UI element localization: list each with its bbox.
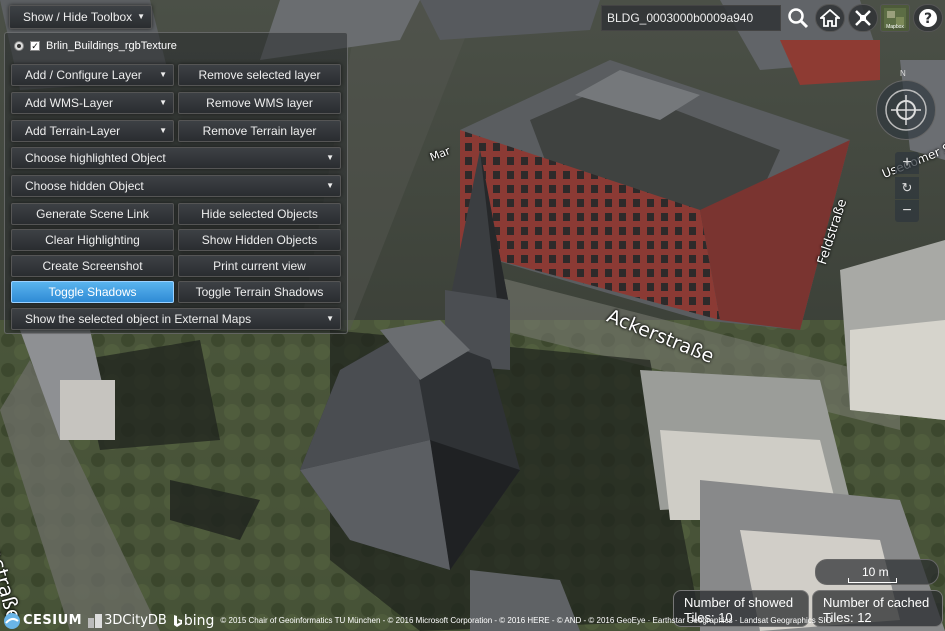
chevron-down-icon: ▼ xyxy=(326,181,334,190)
distance-legend-label: 10 m xyxy=(862,565,889,579)
chevron-down-icon: ▼ xyxy=(326,153,334,162)
choose-hidden-object-select[interactable]: Choose hidden Object ▼ xyxy=(11,175,341,197)
toggle-toolbox-button[interactable]: Show / Hide Toolbox ▼ xyxy=(9,5,152,29)
layer-visibility-checkbox[interactable]: ✓ xyxy=(30,41,40,51)
attribution-text: © 2015 Chair of Geoinformatics TU Münche… xyxy=(220,616,832,625)
base-layer-picker-icon[interactable]: Mapbox xyxy=(880,4,910,32)
chevron-down-icon: ▼ xyxy=(159,126,167,135)
cesium-logo-icon[interactable]: CESIUM xyxy=(3,612,82,630)
toggle-terrain-shadows-button[interactable]: Toggle Terrain Shadows xyxy=(178,281,341,303)
chevron-down-icon: ▼ xyxy=(326,314,334,323)
layer-name: Brlin_Buildings_rgbTexture xyxy=(46,40,177,52)
hide-selected-objects-label: Hide selected Objects xyxy=(201,207,318,221)
add-configure-layer-label: Add / Configure Layer xyxy=(25,68,142,82)
external-maps-select[interactable]: Show the selected object in External Map… xyxy=(11,308,341,330)
add-terrain-layer-label: Add Terrain-Layer xyxy=(25,124,121,138)
remove-wms-layer-label: Remove WMS layer xyxy=(206,96,313,110)
toggle-terrain-shadows-label: Toggle Terrain Shadows xyxy=(195,285,324,299)
geocoder-search-value: BLDG_0003000b0009a940 xyxy=(607,11,754,25)
scene-mode-icon[interactable] xyxy=(848,4,878,32)
search-icon[interactable] xyxy=(783,4,813,32)
zoom-in-icon: + xyxy=(902,154,912,171)
add-terrain-layer-dropdown[interactable]: Add Terrain-Layer ▼ xyxy=(11,120,174,142)
generate-scene-link-button[interactable]: Generate Scene Link xyxy=(11,203,174,225)
remove-terrain-layer-button[interactable]: Remove Terrain layer xyxy=(178,120,341,142)
zoom-in-button[interactable]: + xyxy=(895,152,919,174)
external-maps-label: Show the selected object in External Map… xyxy=(25,312,252,326)
reset-view-button[interactable]: ↻ xyxy=(895,177,919,199)
choose-hidden-object-label: Choose hidden Object xyxy=(25,179,144,193)
home-icon[interactable] xyxy=(815,4,845,32)
layer-radio[interactable] xyxy=(14,41,24,51)
bing-logo-text: bing xyxy=(183,612,215,629)
remove-wms-layer-button[interactable]: Remove WMS layer xyxy=(178,92,341,114)
create-screenshot-button[interactable]: Create Screenshot xyxy=(11,255,174,277)
remove-terrain-layer-label: Remove Terrain layer xyxy=(202,124,317,138)
add-wms-layer-label: Add WMS-Layer xyxy=(25,96,114,110)
3dcitydb-logo-text: 3DCityDB xyxy=(104,613,167,628)
help-icon[interactable]: ? xyxy=(913,4,943,32)
show-hidden-objects-label: Show Hidden Objects xyxy=(201,233,318,247)
choose-highlighted-object-label: Choose highlighted Object xyxy=(25,151,166,165)
remove-selected-layer-label: Remove selected layer xyxy=(198,68,321,82)
choose-highlighted-object-select[interactable]: Choose highlighted Object ▼ xyxy=(11,147,341,169)
layer-list-item[interactable]: ✓ Brlin_Buildings_rgbTexture xyxy=(14,39,177,53)
remove-selected-layer-button[interactable]: Remove selected layer xyxy=(178,64,341,86)
clear-highlighting-button[interactable]: Clear Highlighting xyxy=(11,229,174,251)
chevron-down-icon: ▼ xyxy=(159,98,167,107)
reset-icon: ↻ xyxy=(901,180,913,195)
svg-text:?: ? xyxy=(924,11,932,27)
toggle-shadows-button[interactable]: Toggle Shadows xyxy=(11,281,174,303)
chevron-down-icon: ▼ xyxy=(137,12,145,21)
zoom-out-button[interactable]: − xyxy=(895,200,919,222)
chevron-down-icon: ▼ xyxy=(159,70,167,79)
add-configure-layer-dropdown[interactable]: Add / Configure Layer ▼ xyxy=(11,64,174,86)
clear-highlighting-label: Clear Highlighting xyxy=(45,233,140,247)
compass-north-label: N xyxy=(900,69,906,78)
print-current-view-button[interactable]: Print current view xyxy=(178,255,341,277)
toggle-shadows-label: Toggle Shadows xyxy=(48,285,137,299)
show-hidden-objects-button[interactable]: Show Hidden Objects xyxy=(178,229,341,251)
add-wms-layer-dropdown[interactable]: Add WMS-Layer ▼ xyxy=(11,92,174,114)
cesium-logo-text: CESIUM xyxy=(23,613,83,628)
print-current-view-label: Print current view xyxy=(213,259,306,273)
distance-legend-bar xyxy=(848,578,897,583)
zoom-out-icon: − xyxy=(902,202,912,219)
toggle-toolbox-label: Show / Hide Toolbox xyxy=(23,10,133,24)
create-screenshot-label: Create Screenshot xyxy=(42,259,143,273)
bing-logo-icon[interactable]: bing xyxy=(173,612,215,629)
cached-tiles-title: Number of cached xyxy=(823,595,930,610)
compass-widget[interactable] xyxy=(876,80,936,140)
base-layer-label: Mapbox xyxy=(886,24,904,30)
3dcitydb-logo-icon[interactable]: 3DCityDB xyxy=(87,613,167,629)
generate-scene-link-label: Generate Scene Link xyxy=(36,207,149,221)
showed-tiles-title: Number of showed xyxy=(684,595,794,610)
hide-selected-objects-button[interactable]: Hide selected Objects xyxy=(178,203,341,225)
geocoder-search-input[interactable]: BLDG_0003000b0009a940 xyxy=(601,5,781,31)
credits-bar: CESIUM 3DCityDB bing © 2015 Chair of Geo… xyxy=(0,610,945,631)
